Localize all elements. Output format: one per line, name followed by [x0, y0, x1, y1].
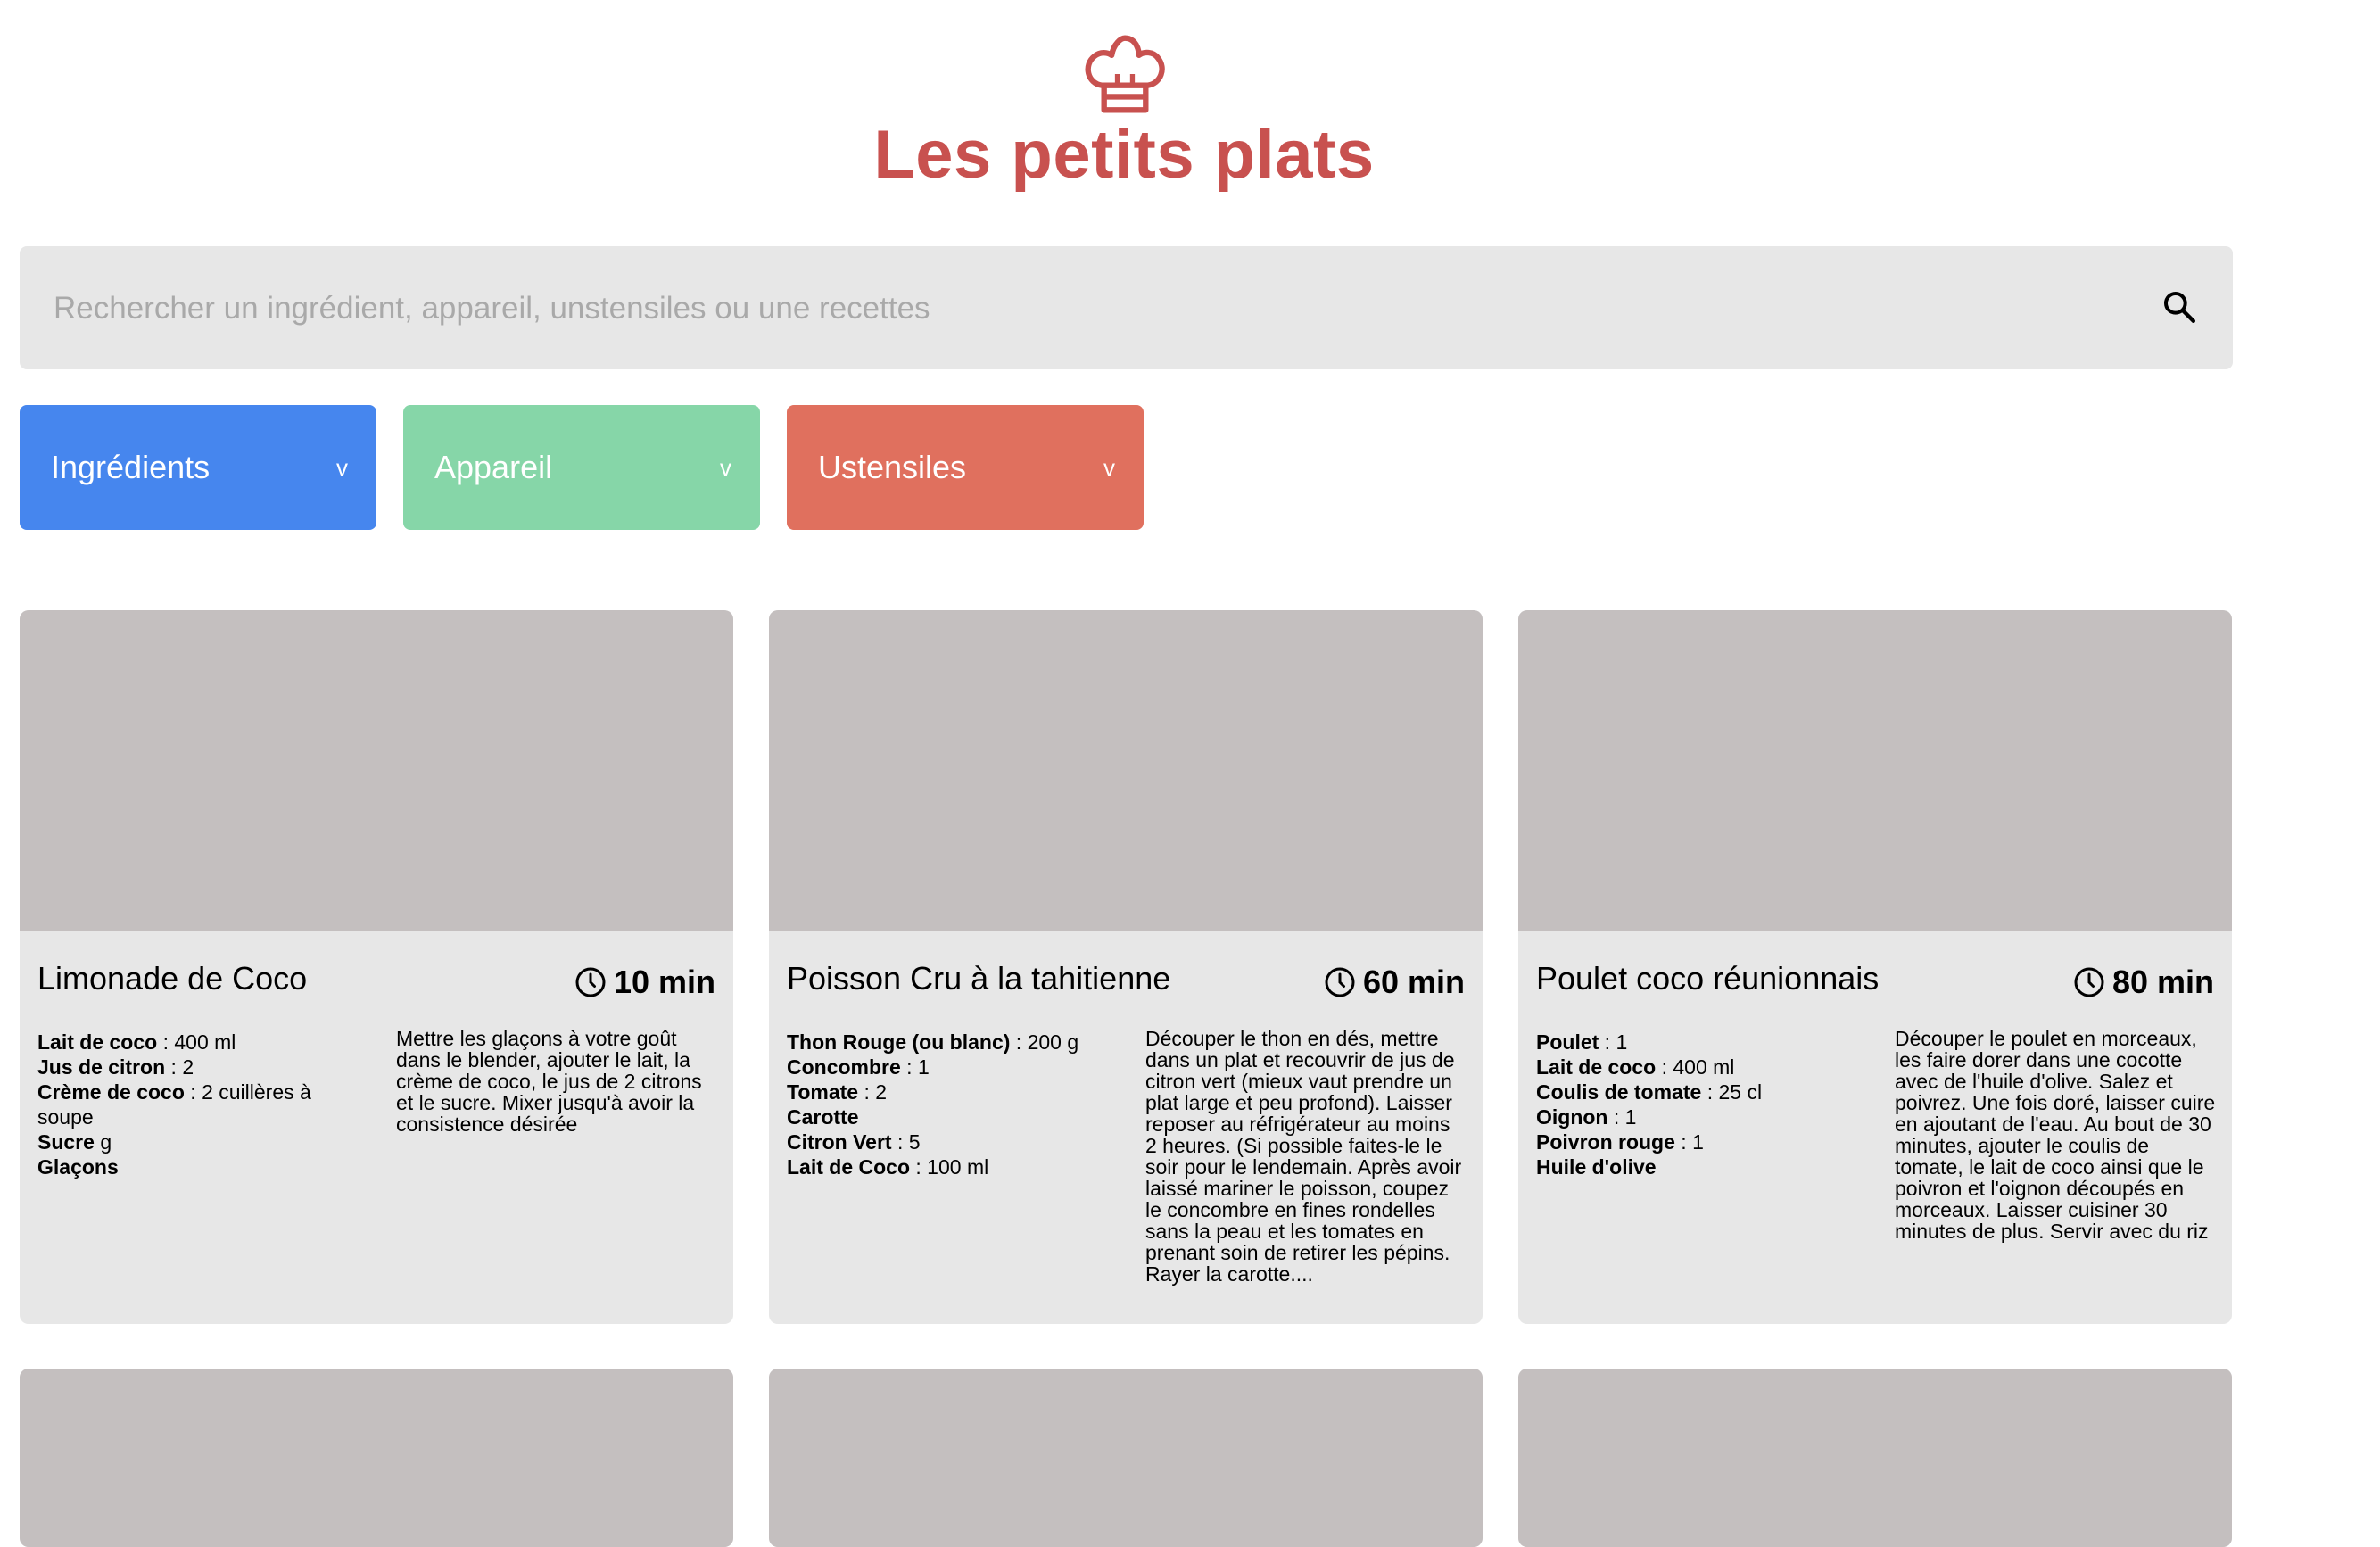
- ingredient-qty: : 400 ml: [1656, 1055, 1735, 1079]
- filter-label: Ustensiles: [818, 449, 967, 485]
- recipe-time-value: 60 min: [1362, 964, 1465, 1000]
- ingredient-qty: : 1: [1607, 1105, 1637, 1129]
- recipe-time: 80 min: [2073, 964, 2214, 1001]
- ingredient-name: Tomate: [787, 1080, 859, 1104]
- chef-hat-icon: [1085, 35, 1165, 113]
- recipe-time: 10 min: [574, 964, 715, 1001]
- ingredient-item: Coulis de tomate : 25 cl: [1536, 1080, 1857, 1104]
- filter-label: Ingrédients: [51, 449, 211, 485]
- clock-icon: [575, 967, 606, 997]
- ingredient-item: Huile d'olive: [1536, 1154, 1857, 1179]
- page-header: Les petits plats: [0, 0, 2248, 214]
- search-input[interactable]: [52, 246, 2143, 371]
- ingredient-list: Lait de coco : 400 ml Jus de citron : 2 …: [37, 1030, 359, 1179]
- ingredient-name: Oignon: [1536, 1105, 1608, 1129]
- ingredient-name: Lait de Coco: [787, 1155, 911, 1179]
- ingredient-item: Lait de coco : 400 ml: [37, 1030, 359, 1055]
- ingredient-item: Lait de coco : 400 ml: [1536, 1055, 1857, 1080]
- filter-ingredients-dropdown[interactable]: Ingrédients v: [20, 405, 376, 530]
- ingredient-item: Carotte: [787, 1104, 1108, 1129]
- ingredient-item: Tomate : 2: [787, 1080, 1108, 1104]
- ingredient-item: Citron Vert : 5: [787, 1129, 1108, 1154]
- recipe-description: Découper le thon en dés, mettre dans un …: [1145, 1027, 1462, 1286]
- recipe-title: Poulet coco réunionnais: [1536, 960, 1880, 997]
- ingredient-item: Jus de citron : 2: [37, 1055, 359, 1080]
- clock-icon: [1325, 967, 1355, 997]
- ingredient-list: Thon Rouge (ou blanc) : 200 g Concombre …: [787, 1030, 1108, 1179]
- ingredient-list: Poulet : 1 Lait de coco : 400 ml Coulis …: [1536, 1030, 1857, 1179]
- ingredient-qty: : 100 ml: [910, 1155, 989, 1179]
- ingredient-name: Crème de coco: [37, 1080, 185, 1104]
- recipe-time: 60 min: [1324, 964, 1465, 1001]
- recipe-title: Poisson Cru à la tahitienne: [787, 960, 1171, 997]
- chevron-down-icon: v: [336, 454, 348, 481]
- ingredient-qty: : 25 cl: [1701, 1080, 1763, 1104]
- search-icon[interactable]: [2161, 289, 2197, 325]
- ingredient-qty: : 1: [1599, 1030, 1628, 1054]
- ingredient-qty: : 1: [900, 1055, 930, 1079]
- ingredient-item: Oignon : 1: [1536, 1104, 1857, 1129]
- recipe-card[interactable]: Poisson Cru à la tahitienne 60 min Thon …: [769, 610, 1483, 1324]
- ingredient-name: Huile d'olive: [1536, 1155, 1657, 1179]
- ingredient-name: Citron Vert: [787, 1130, 892, 1154]
- ingredient-name: Glaçons: [37, 1155, 119, 1179]
- recipe-card[interactable]: [1518, 1369, 2232, 1547]
- recipe-card[interactable]: Poulet coco réunionnais 80 min Poulet : …: [1518, 610, 2232, 1324]
- ingredient-name: Poulet: [1536, 1030, 1599, 1054]
- ingredient-qty: : 5: [891, 1130, 921, 1154]
- ingredient-qty: : 200 g: [1010, 1030, 1079, 1054]
- clock-icon: [2074, 967, 2104, 997]
- search-bar: [20, 246, 2233, 371]
- recipe-image: [20, 1369, 733, 1547]
- ingredient-name: Jus de citron: [37, 1055, 166, 1079]
- ingredient-item: Lait de Coco : 100 ml: [787, 1154, 1108, 1179]
- filter-label: Appareil: [434, 449, 553, 485]
- ingredient-name: Concombre: [787, 1055, 901, 1079]
- ingredient-name: Thon Rouge (ou blanc): [787, 1030, 1011, 1054]
- ingredient-name: Lait de coco: [37, 1030, 158, 1054]
- ingredient-qty: : 2: [165, 1055, 194, 1079]
- recipe-image: [769, 610, 1483, 931]
- ingredient-qty: : 1: [1674, 1130, 1704, 1154]
- ingredient-qty: g: [94, 1130, 112, 1154]
- recipe-description: Découper le poulet en morceaux, les fair…: [1895, 1027, 2216, 1243]
- chevron-down-icon: v: [720, 454, 731, 481]
- ingredient-name: Sucre: [37, 1130, 95, 1154]
- filter-appareil-dropdown[interactable]: Appareil v: [403, 405, 760, 530]
- ingredient-name: Coulis de tomate: [1536, 1080, 1702, 1104]
- ingredient-item: Thon Rouge (ou blanc) : 200 g: [787, 1030, 1108, 1055]
- recipe-image: [20, 610, 733, 931]
- recipe-title: Limonade de Coco: [37, 960, 308, 997]
- ingredient-qty: : 2: [858, 1080, 888, 1104]
- ingredient-item: Sucre g: [37, 1129, 359, 1154]
- ingredient-item: Concombre : 1: [787, 1055, 1108, 1080]
- recipe-image: [1518, 610, 2232, 931]
- recipe-card[interactable]: [769, 1369, 1483, 1547]
- recipe-description: Mettre les glaçons à votre goût dans le …: [396, 1027, 702, 1136]
- recipe-image: [769, 1369, 1483, 1547]
- recipe-image: [1518, 1369, 2232, 1547]
- ingredient-item: Glaçons: [37, 1154, 359, 1179]
- ingredient-item: Poivron rouge : 1: [1536, 1129, 1857, 1154]
- filter-ustensiles-dropdown[interactable]: Ustensiles v: [787, 405, 1144, 530]
- recipe-card[interactable]: Limonade de Coco 10 min Lait de coco : 4…: [20, 610, 733, 1324]
- brand-title[interactable]: Les petits plats: [0, 116, 2248, 194]
- ingredient-item: Poulet : 1: [1536, 1030, 1857, 1055]
- recipe-time-value: 10 min: [613, 964, 715, 1000]
- ingredient-qty: : 400 ml: [157, 1030, 236, 1054]
- ingredient-name: Poivron rouge: [1536, 1130, 1675, 1154]
- chevron-down-icon: v: [1103, 454, 1115, 481]
- recipe-time-value: 80 min: [2111, 964, 2214, 1000]
- recipe-card[interactable]: [20, 1369, 733, 1547]
- ingredient-item: Crème de coco : 2 cuillères à soupe: [37, 1080, 359, 1129]
- ingredient-name: Lait de coco: [1536, 1055, 1657, 1079]
- ingredient-name: Carotte: [787, 1105, 859, 1129]
